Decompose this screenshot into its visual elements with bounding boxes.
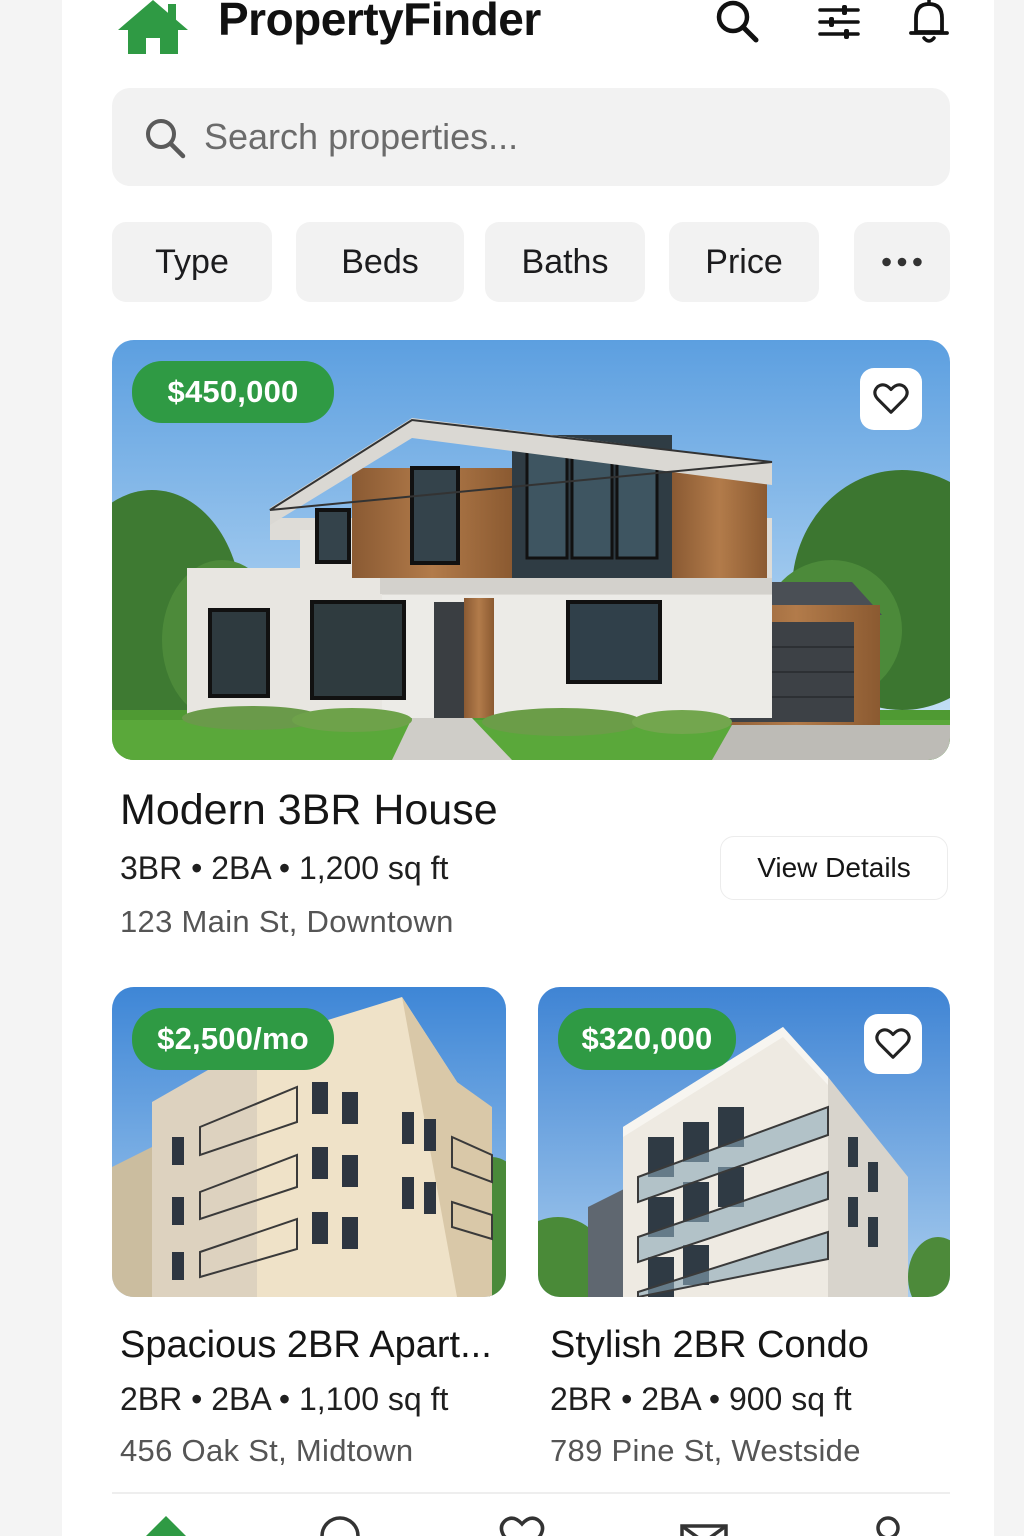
bottom-nav: [112, 1492, 950, 1536]
favorite-button[interactable]: [860, 368, 922, 430]
search-icon: [142, 115, 188, 161]
mail-icon[interactable]: [678, 1512, 730, 1536]
property-title[interactable]: Spacious 2BR Apart...: [120, 1324, 492, 1367]
price-badge: $450,000: [132, 361, 334, 423]
favorite-button[interactable]: [864, 1014, 922, 1074]
header: PropertyFinder: [112, 0, 950, 56]
property-specs: 2BR • 2BA • 900 sq ft: [550, 1381, 852, 1417]
price-badge: $2,500/mo: [132, 1008, 334, 1070]
search-icon[interactable]: [712, 0, 762, 46]
property-address: 456 Oak St, Midtown: [120, 1433, 414, 1468]
property-specs: 3BR • 2BA • 1,200 sq ft: [120, 850, 449, 886]
filter-chip-beds[interactable]: Beds: [296, 222, 464, 302]
heart-icon: [875, 1028, 911, 1059]
app-screen: PropertyFinder Search properties... Type…: [62, 0, 994, 1536]
house-icon: [116, 0, 190, 56]
filter-chip-baths[interactable]: Baths: [485, 222, 645, 302]
app-title: PropertyFinder: [218, 0, 541, 45]
price-badge: $320,000: [558, 1008, 736, 1070]
property-specs: 2BR • 2BA • 1,100 sq ft: [120, 1381, 449, 1417]
search-bar[interactable]: [112, 88, 950, 186]
more-filters-button[interactable]: [854, 222, 950, 302]
filter-chip-price[interactable]: Price: [669, 222, 819, 302]
search-input[interactable]: [204, 108, 904, 166]
property-title[interactable]: Stylish 2BR Condo: [550, 1324, 869, 1367]
more-horizontal-icon: [882, 257, 922, 267]
heart-icon: [873, 383, 909, 414]
sliders-icon[interactable]: [814, 0, 864, 46]
property-title[interactable]: Modern 3BR House: [120, 786, 498, 835]
heart-icon[interactable]: [496, 1512, 548, 1536]
bell-icon[interactable]: [904, 0, 954, 46]
property-address: 789 Pine St, Westside: [550, 1433, 861, 1468]
filter-chip-type[interactable]: Type: [112, 222, 272, 302]
profile-icon[interactable]: [862, 1512, 914, 1536]
home-icon[interactable]: [140, 1512, 192, 1536]
property-address: 123 Main St, Downtown: [120, 904, 454, 939]
content: PropertyFinder Search properties... Type…: [112, 0, 950, 1536]
view-details-button[interactable]: View Details: [720, 836, 948, 900]
search-icon[interactable]: [314, 1512, 366, 1536]
